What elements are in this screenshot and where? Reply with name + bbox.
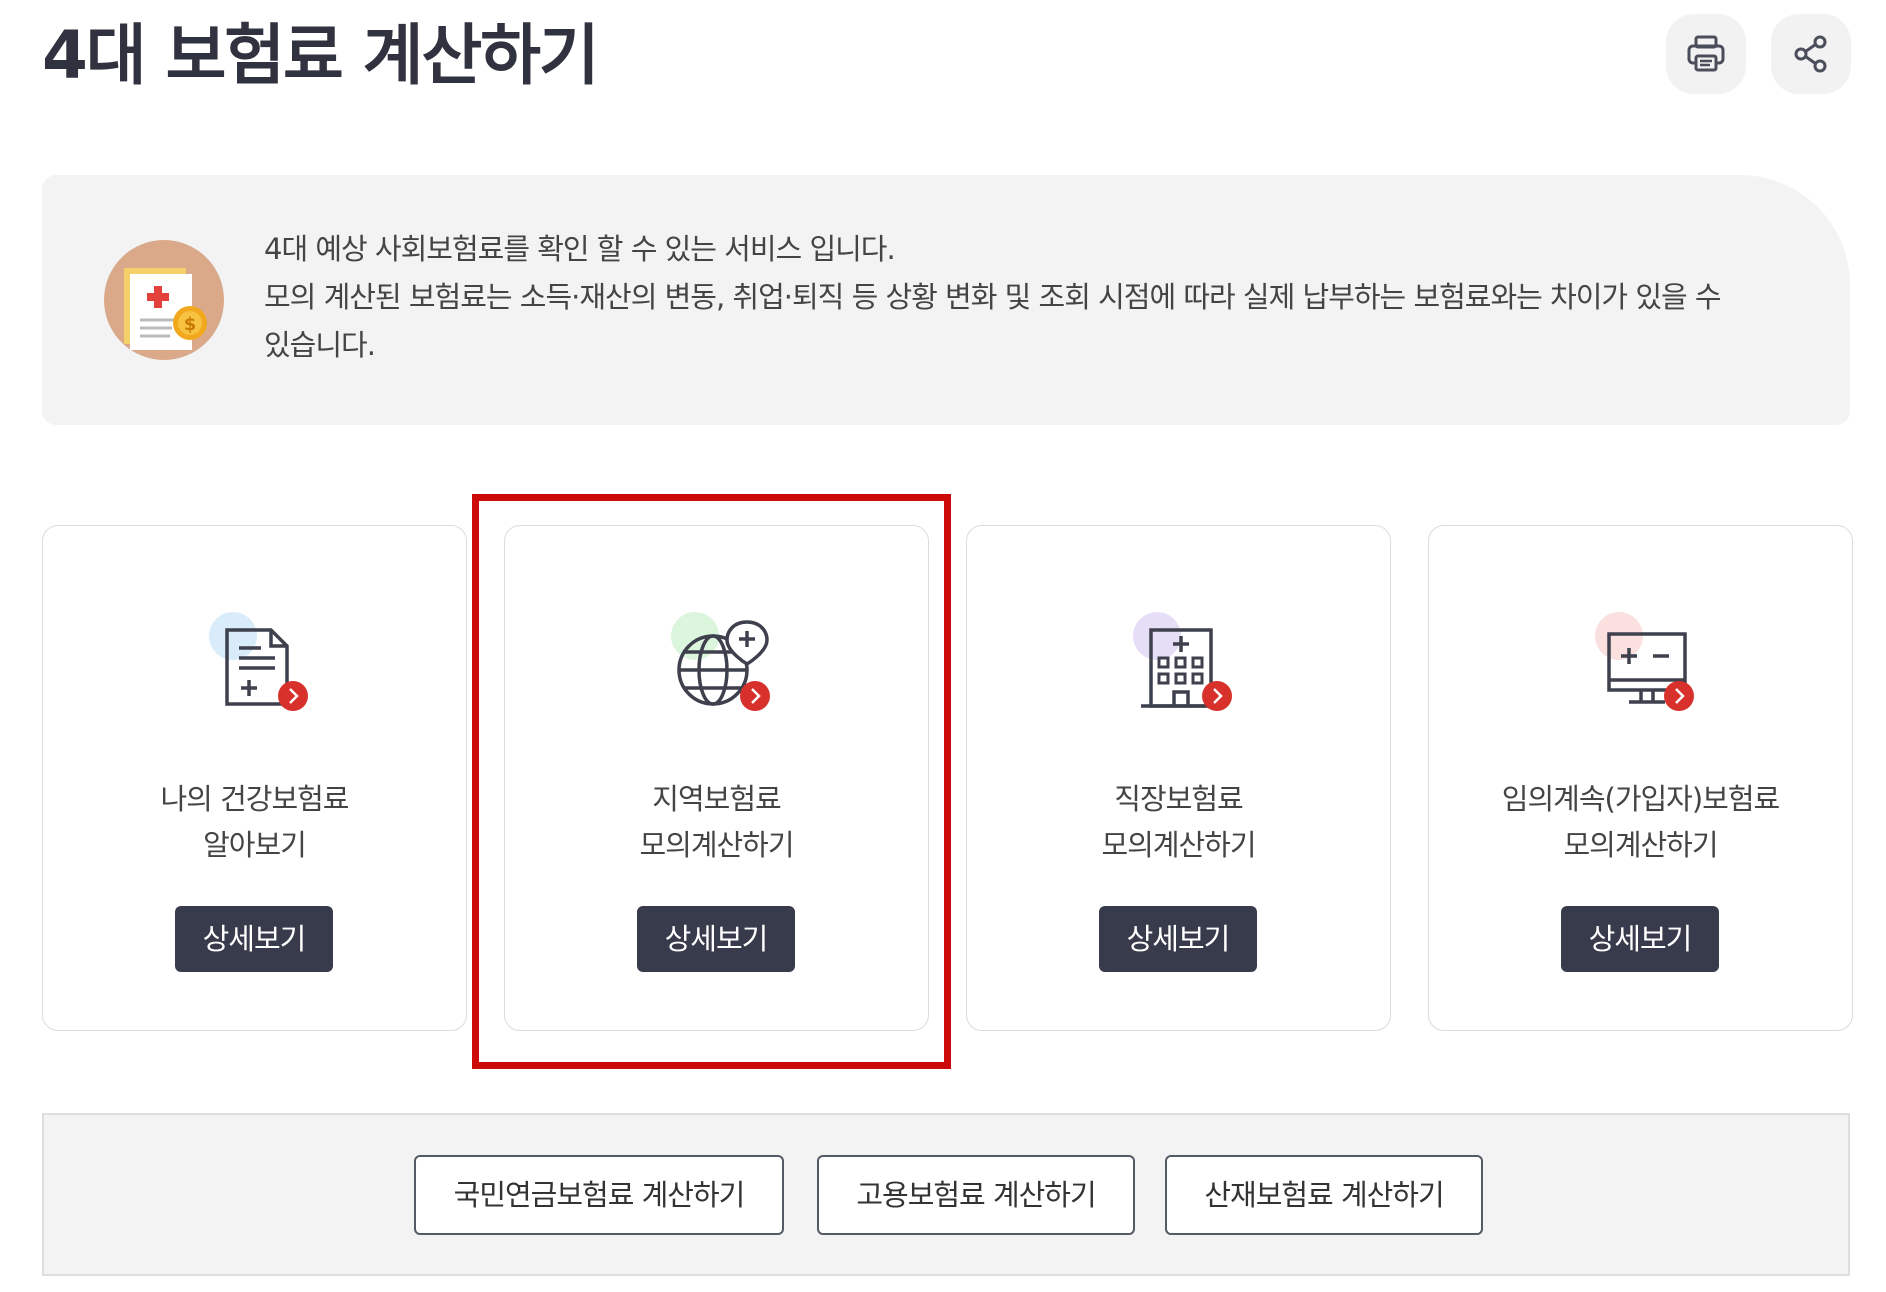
info-box: $ 4대 예상 사회보험료를 확인 할 수 있는 서비스 입니다. 모의 계산된… [42,175,1850,425]
employment-calc-button[interactable]: 고용보험료 계산하기 [817,1155,1135,1235]
card-title-line1: 직장보험료 [1114,782,1243,816]
industrial-calc-button[interactable]: 산재보험료 계산하기 [1165,1155,1483,1235]
info-line-3: 있습니다. [264,328,376,362]
card-voluntary-insurance[interactable]: 임의계속(가입자)보험료 모의계산하기 상세보기 [1428,525,1853,1031]
page-title: 4대 보험료 계산하기 [42,17,600,94]
card-title: 임의계속(가입자)보험료 모의계산하기 [1429,776,1852,868]
print-button[interactable] [1666,14,1746,94]
info-line-1: 4대 예상 사회보험료를 확인 할 수 있는 서비스 입니다. [264,232,896,266]
info-text: 4대 예상 사회보험료를 확인 할 수 있는 서비스 입니다. 모의 계산된 보… [264,225,1784,369]
document-plus-icon [209,612,308,711]
detail-button[interactable]: 상세보기 [1561,906,1719,972]
card-title-line2: 알아보기 [203,828,307,862]
detail-button[interactable]: 상세보기 [1099,906,1257,972]
info-line-2: 모의 계산된 보험료는 소득·재산의 변동, 취업·퇴직 등 상황 변화 및 조… [264,280,1722,314]
detail-button[interactable]: 상세보기 [175,906,333,972]
card-health-insurance[interactable]: 나의 건강보험료 알아보기 상세보기 [42,525,467,1031]
card-title-line1: 임의계속(가입자)보험료 [1501,782,1780,816]
card-title: 나의 건강보험료 알아보기 [43,776,466,868]
card-title: 직장보험료 모의계산하기 [967,776,1390,868]
share-button[interactable] [1771,14,1851,94]
svg-text:$: $ [184,314,197,335]
card-title-line1: 나의 건강보험료 [160,782,350,816]
printer-icon [1687,35,1725,72]
page: 4대 보험료 계산하기 $ 4대 예상 사회보험료를 확인 할 수 있는 서비스… [0,0,1886,1292]
card-title-line2: 모의계산하기 [1101,828,1256,862]
bottom-links-area: 국민연금보험료 계산하기 고용보험료 계산하기 산재보험료 계산하기 [42,1113,1850,1276]
share-icon [1794,35,1827,73]
pension-calc-button[interactable]: 국민연금보험료 계산하기 [414,1155,784,1235]
highlight-box [472,494,951,1069]
card-workplace-insurance[interactable]: 직장보험료 모의계산하기 상세보기 [966,525,1391,1031]
hospital-building-icon [1133,612,1232,711]
monitor-calculator-icon [1595,612,1694,711]
medical-document-coin-icon: $ [104,240,224,360]
card-title-line2: 모의계산하기 [1563,828,1718,862]
